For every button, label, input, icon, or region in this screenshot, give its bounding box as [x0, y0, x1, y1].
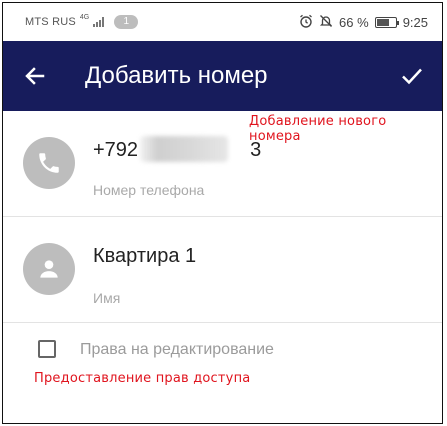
notification-count-badge: 1: [114, 15, 139, 29]
page-title: Добавить номер: [85, 62, 268, 89]
phone-icon: [23, 137, 75, 189]
status-bar: MTS RUS 4G 1 66 % 9:25: [3, 3, 442, 41]
person-icon: [23, 243, 75, 295]
check-icon[interactable]: [382, 41, 442, 111]
bell-off-icon: [319, 14, 333, 31]
phone-number-row[interactable]: +792 3 Номер телефона: [3, 111, 442, 217]
app-bar: Добавить номер: [3, 41, 442, 111]
phone-number-hint: Номер телефона: [93, 182, 205, 198]
redaction-blur: [140, 136, 228, 162]
network-type: 4G: [79, 13, 90, 21]
edit-rights-checkbox[interactable]: [38, 340, 56, 358]
battery-icon: [374, 16, 399, 28]
carrier-name: MTS RUS: [25, 16, 76, 28]
battery-percent: 66 %: [339, 14, 369, 30]
edit-rights-label[interactable]: Права на редактирование: [80, 341, 274, 359]
name-row[interactable]: Квартира 1 Имя: [3, 217, 442, 323]
divider: [3, 322, 442, 323]
status-right: 66 % 9:25: [299, 14, 428, 31]
alarm-icon: [299, 14, 313, 31]
arrow-left-icon[interactable]: [3, 41, 67, 111]
name-value[interactable]: Квартира 1: [93, 245, 196, 268]
annotation-grant-access: Предоставление прав доступа: [34, 371, 251, 386]
signal-icon: [93, 17, 105, 27]
status-left: MTS RUS 4G 1: [25, 13, 139, 29]
name-hint: Имя: [93, 290, 121, 306]
clock-time: 9:25: [402, 14, 428, 30]
phone-screen: MTS RUS 4G 1 66 % 9:25 Добавить номер До…: [2, 2, 443, 424]
phone-number-suffix: 3: [250, 139, 262, 161]
phone-number-prefix: +792: [93, 139, 139, 161]
